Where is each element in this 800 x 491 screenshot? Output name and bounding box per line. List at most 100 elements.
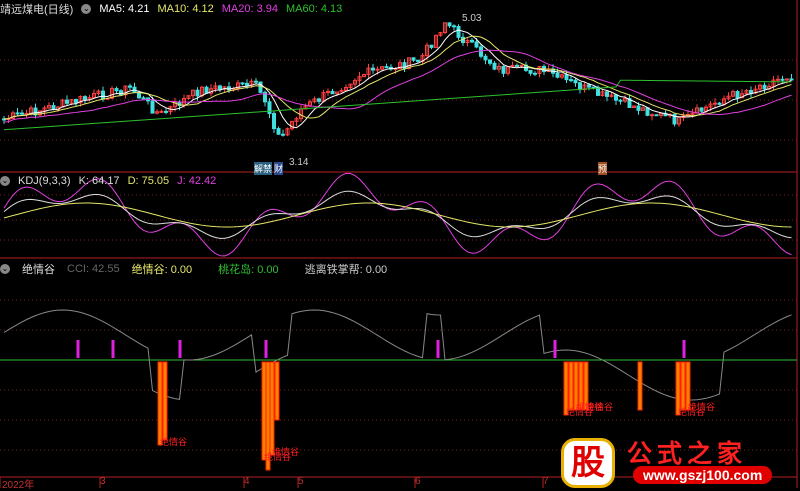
candle-body — [20, 112, 24, 115]
candle-body — [159, 110, 164, 113]
k-line — [3, 190, 792, 239]
jqg-bar — [261, 361, 267, 461]
candle-body — [65, 99, 69, 104]
kdj-panel-header: ⌄ KDJ(9,3,3) K: 64.17 D: 75.05 J: 42.42 — [0, 175, 216, 187]
candle-body — [429, 44, 434, 48]
candle-body — [785, 78, 789, 81]
jqg-bar — [269, 361, 275, 456]
ma20-value: MA20: 3.94 — [221, 3, 278, 15]
candle-body — [713, 102, 717, 105]
candle-body — [470, 39, 474, 43]
candle-body — [218, 85, 222, 90]
candle-body — [780, 78, 785, 81]
candle-body — [276, 128, 281, 135]
candle-body — [267, 101, 272, 114]
candle-body — [281, 133, 285, 136]
candle-body — [258, 81, 263, 93]
candle-body — [573, 79, 578, 84]
signal-bar — [682, 340, 686, 358]
watermark-logo: 股 公式之家 www.gszj100.com — [555, 438, 795, 488]
candle-body — [515, 64, 519, 67]
candle-body — [735, 91, 740, 99]
candle-body — [254, 80, 258, 83]
x-label-month-7: 7 — [543, 476, 549, 487]
stock-title: 靖远煤电(日线) — [0, 4, 74, 16]
chevron-down-icon[interactable]: ⌄ — [0, 264, 10, 274]
candle-body — [650, 114, 654, 117]
jqg-bar-label: 绝情谷 — [586, 402, 614, 412]
forecast-marker[interactable]: 预 — [598, 162, 608, 175]
candle-body — [492, 62, 497, 70]
candle-body — [654, 114, 659, 117]
jqg-bar — [157, 361, 163, 446]
ma5-value: MA5: 4.21 — [99, 3, 150, 15]
candle-body — [74, 99, 78, 104]
chevron-down-icon[interactable]: ⌄ — [0, 176, 10, 186]
low-price-label: 3.14 — [289, 157, 309, 168]
jqg-bar-label: 绝情谷 — [272, 447, 300, 457]
candle-body — [384, 66, 389, 69]
candle-body — [618, 99, 623, 102]
signal-bar — [264, 340, 268, 358]
candle-body — [533, 72, 537, 75]
signal-bar — [436, 340, 440, 358]
candle-body — [645, 107, 650, 116]
jqg-bar — [568, 361, 574, 411]
candle-body — [474, 41, 479, 48]
jqg-bar — [162, 361, 168, 441]
signal-bar — [111, 340, 115, 358]
logo-url: www.gszj100.com — [633, 466, 773, 484]
candle-body — [501, 65, 506, 74]
x-label-year: 2022年 — [2, 480, 35, 491]
signal-bar — [178, 340, 182, 358]
jqg-bar — [274, 361, 280, 421]
candle-body — [15, 112, 20, 115]
candle-body — [717, 102, 722, 105]
candle-body — [578, 82, 582, 91]
candle-body — [614, 94, 618, 101]
candle-body — [375, 68, 380, 71]
candle-body — [776, 78, 780, 81]
candle-body — [150, 100, 155, 114]
x-label-month-4: 4 — [244, 476, 250, 487]
jqg-bar-label: 绝情谷 — [160, 437, 188, 447]
x-label-month-5: 5 — [298, 476, 304, 487]
chevron-down-icon[interactable]: ⌄ — [81, 4, 92, 14]
unlock-marker[interactable]: 解禁 — [254, 162, 273, 175]
candle-body — [555, 72, 560, 78]
x-label-month-6: 6 — [415, 476, 421, 487]
candle-body — [141, 97, 146, 100]
tzb-value: 逃离铁掌帮: 0.00 — [304, 264, 388, 276]
candle-body — [789, 78, 794, 81]
candle-body — [51, 105, 56, 110]
finance-marker[interactable]: 财 — [274, 162, 284, 175]
candle-body — [569, 79, 573, 82]
jqg-bar — [680, 361, 686, 411]
logo-char: 股 — [561, 438, 615, 488]
candle-body — [447, 22, 452, 27]
ma20-line — [3, 49, 792, 123]
candle-body — [411, 57, 416, 61]
candle-body — [452, 25, 456, 28]
candle-body — [483, 55, 488, 61]
candle-body — [245, 82, 249, 86]
logo-text: 公式之家 — [627, 439, 748, 468]
candle-body — [456, 26, 461, 38]
kdj-title: KDJ(9,3,3) — [18, 175, 71, 187]
candle-body — [762, 84, 767, 90]
signal-bar — [76, 340, 80, 358]
candle-body — [240, 82, 245, 85]
candle-body — [479, 46, 483, 57]
ma60-value: MA60: 4.13 — [286, 3, 343, 15]
k-value: K: 64.17 — [78, 175, 120, 187]
candle-body — [488, 59, 492, 64]
j-value: J: 42.42 — [177, 175, 217, 187]
candle-body — [204, 86, 209, 94]
main-panel-header: 靖远煤电(日线) ⌄ MA5: 4.21 MA10: 4.12 MA20: 3.… — [0, 1, 342, 17]
candle-body — [587, 84, 591, 88]
candle-body — [564, 74, 569, 81]
x-label-month-3: 3 — [100, 476, 106, 487]
cci-line — [3, 309, 792, 401]
candle-body — [371, 67, 375, 71]
candle-body — [272, 112, 276, 130]
